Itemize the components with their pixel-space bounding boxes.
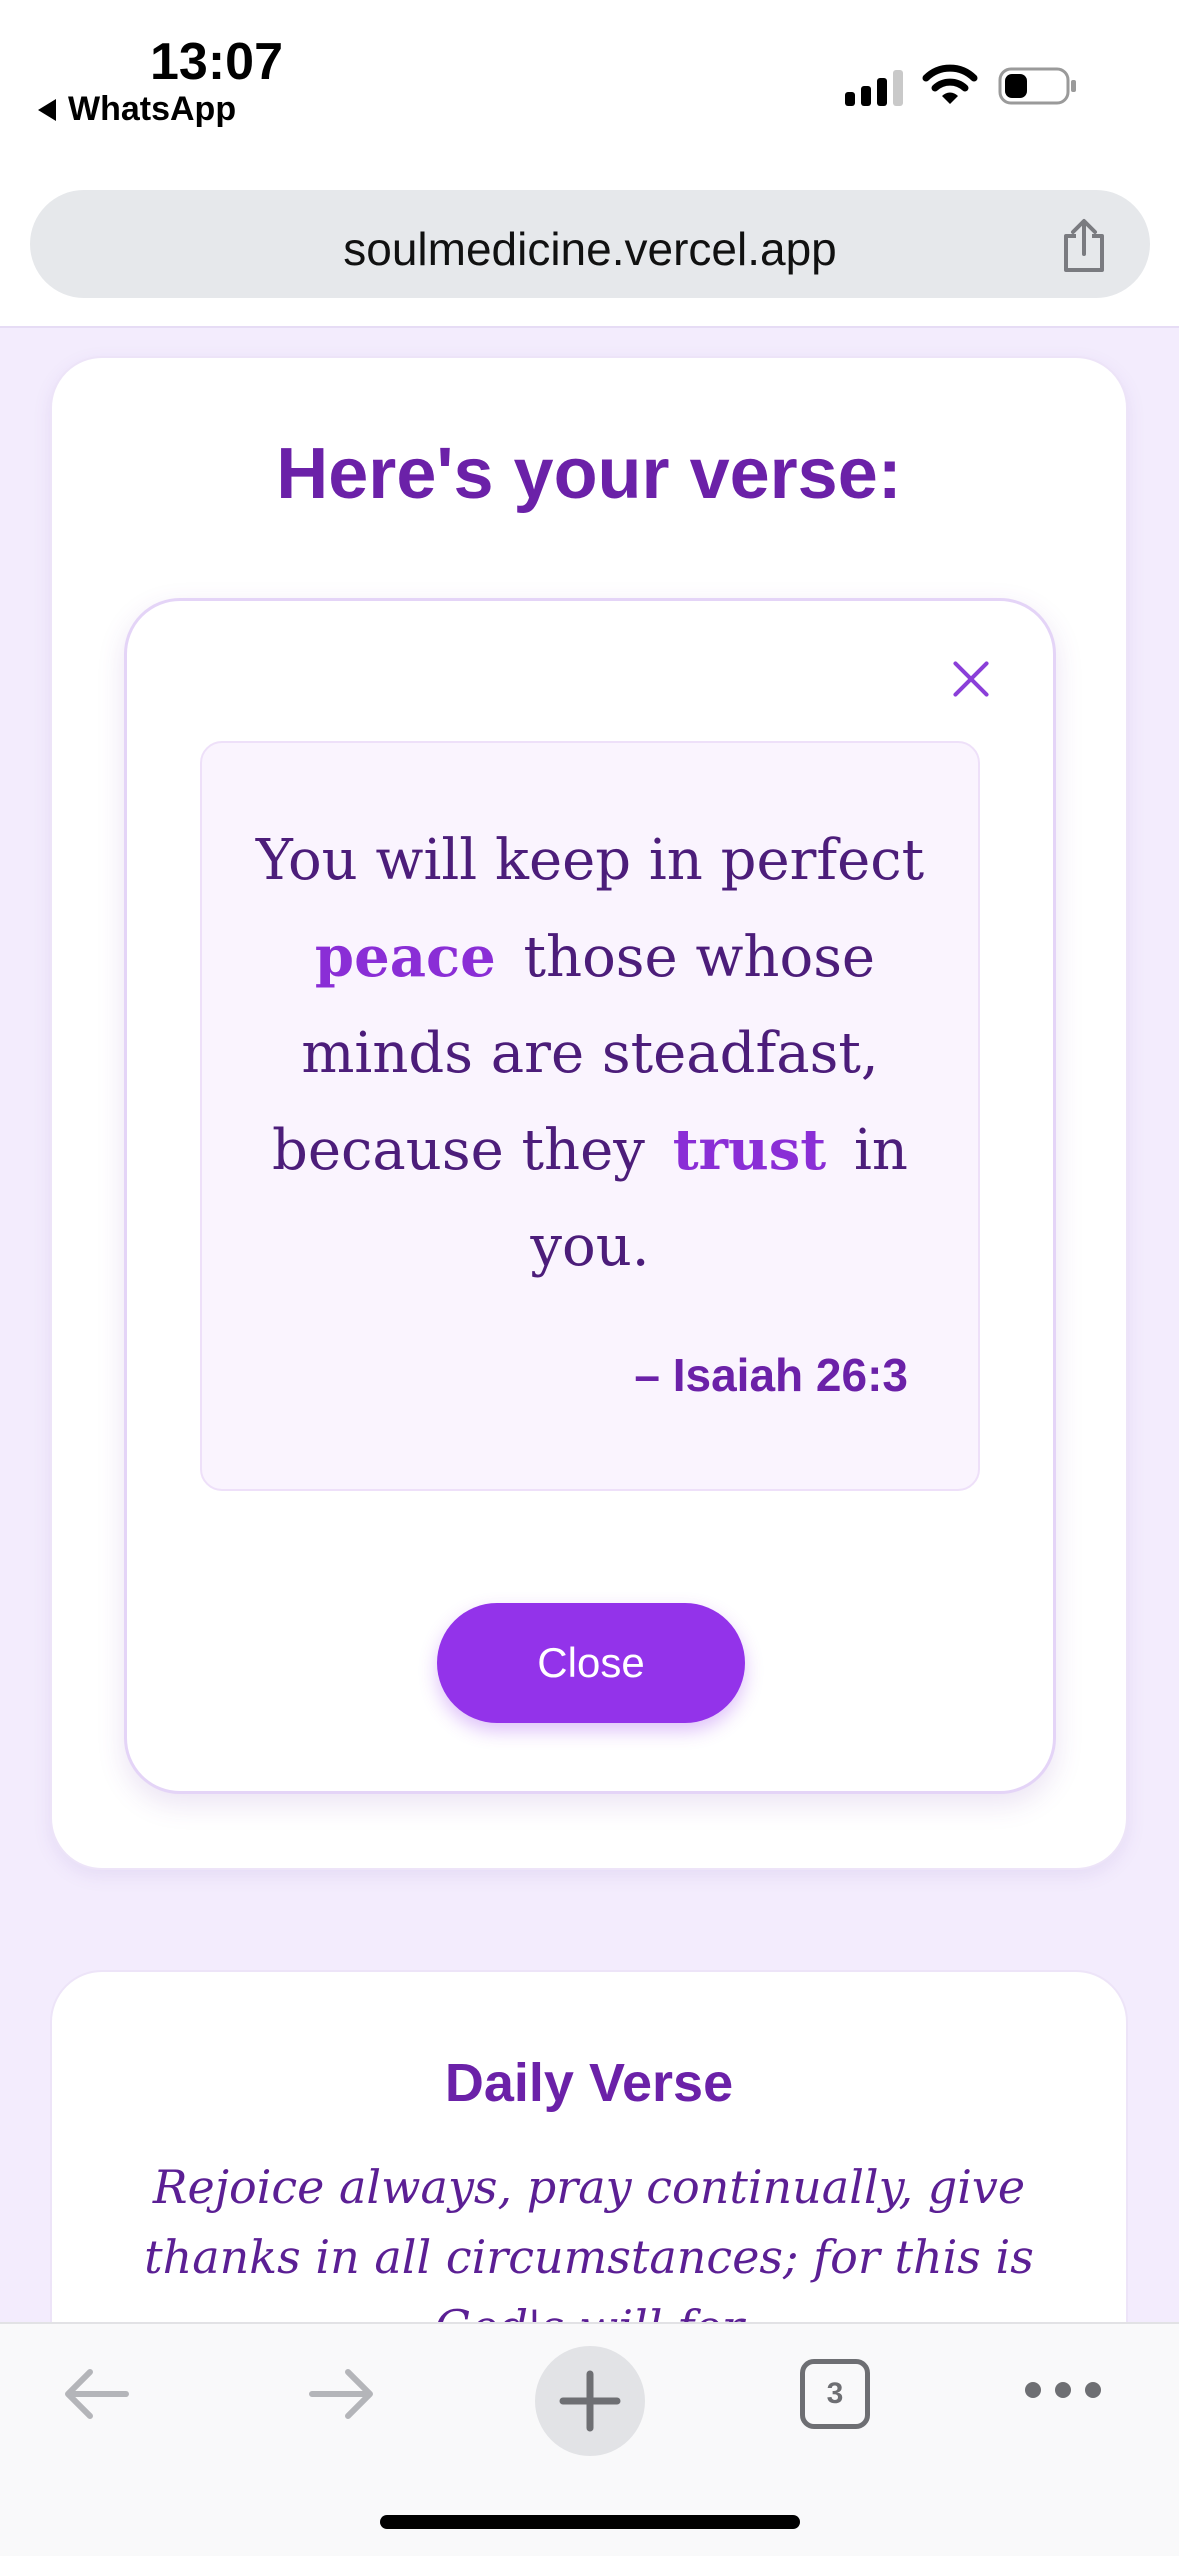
- back-triangle-icon: [38, 98, 56, 121]
- verse-modal: You will keep in perfect peace those who…: [124, 598, 1056, 1794]
- ellipsis-icon[interactable]: [1025, 2382, 1101, 2398]
- share-icon[interactable]: [1058, 218, 1110, 274]
- address-bar[interactable]: soulmedicine.vercel.app: [30, 190, 1150, 298]
- back-app-label: WhatsApp: [68, 90, 237, 128]
- back-to-app-link[interactable]: WhatsApp: [38, 90, 236, 129]
- new-tab-button[interactable]: [535, 2346, 645, 2456]
- url-text[interactable]: soulmedicine.vercel.app: [30, 222, 1150, 276]
- tabs-button[interactable]: 3: [800, 2359, 870, 2429]
- daily-verse-title: Daily Verse: [444, 2053, 734, 2113]
- signal-icon: [845, 68, 903, 106]
- browser-address-area: soulmedicine.vercel.app: [0, 170, 1179, 328]
- verse-reference: – Isaiah 26:3: [634, 1349, 908, 1401]
- verse-highlight-trust: trust: [672, 1117, 827, 1183]
- close-button[interactable]: Close: [437, 1603, 745, 1723]
- battery-icon: [998, 67, 1076, 105]
- plus-icon: [559, 2370, 621, 2432]
- forward-arrow-icon[interactable]: [306, 2364, 378, 2424]
- verse-result-card: Here's your verse: You will keep in perf…: [50, 356, 1128, 1870]
- close-icon[interactable]: [951, 659, 991, 699]
- status-bar: 13:07 WhatsApp: [0, 0, 1179, 170]
- verse-text: You will keep in perfect peace those who…: [242, 813, 938, 1295]
- verse-part-1: You will keep in perfect: [255, 828, 925, 893]
- wifi-icon: [922, 64, 978, 104]
- page-title: Here's your verse:: [276, 434, 902, 514]
- verse-highlight-peace: peace: [314, 924, 496, 990]
- home-indicator: [380, 2515, 800, 2529]
- status-time: 13:07: [150, 33, 283, 91]
- back-arrow-icon[interactable]: [60, 2364, 132, 2424]
- verse-box: You will keep in perfect peace those who…: [200, 741, 980, 1491]
